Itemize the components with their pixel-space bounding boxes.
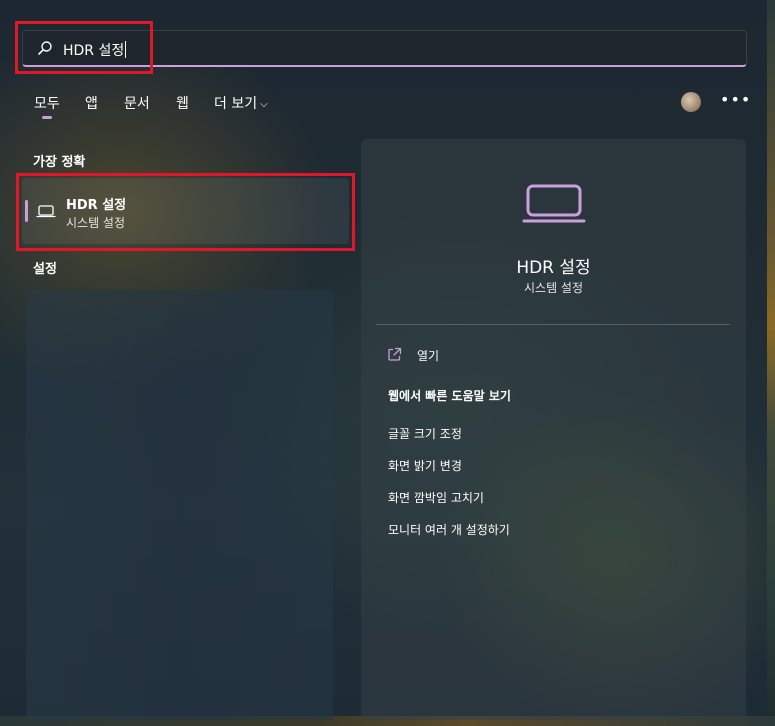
tab-documents[interactable]: 문서 [124, 93, 150, 113]
tab-more[interactable]: 더 보기 ⌵ [214, 93, 268, 113]
desktop-wallpaper-edge [767, 0, 775, 726]
highlight-box-search [15, 21, 153, 74]
tab-apps[interactable]: 앱 [85, 93, 98, 113]
web-suggestion-link[interactable]: 화면 깜박임 고치기 [388, 489, 484, 506]
tab-more-label: 더 보기 [214, 96, 258, 112]
active-tab-indicator [42, 116, 52, 119]
web-suggestion-link[interactable]: 글꼴 크기 조정 [388, 425, 462, 442]
web-help-heading: 웹에서 빠른 도움말 보기 [388, 389, 511, 403]
more-options-icon[interactable]: ••• [720, 90, 751, 109]
avatar[interactable] [681, 92, 701, 112]
web-suggestion-link[interactable]: 모니터 여러 개 설정하기 [388, 521, 510, 538]
detail-pane: HDR 설정 시스템 설정 열기 웹에서 빠른 도움말 보기 글꼴 크기 조정 … [361, 139, 746, 720]
web-suggestion-link[interactable]: 화면 밝기 변경 [388, 457, 462, 474]
tab-all[interactable]: 모두 [34, 93, 60, 113]
best-match-heading: 가장 정확 [33, 155, 86, 170]
tab-web[interactable]: 웹 [176, 93, 189, 113]
settings-heading: 설정 [33, 262, 57, 277]
detail-title: HDR 설정 [516, 258, 591, 278]
blurred-results-area [26, 290, 333, 720]
detail-subtitle: 시스템 설정 [523, 281, 583, 295]
divider [376, 324, 730, 325]
laptop-icon [522, 184, 586, 223]
open-label: 열기 [417, 349, 440, 363]
highlight-box-result [16, 173, 355, 251]
open-external-icon [388, 347, 402, 361]
chevron-down-icon: ⌵ [260, 99, 268, 110]
